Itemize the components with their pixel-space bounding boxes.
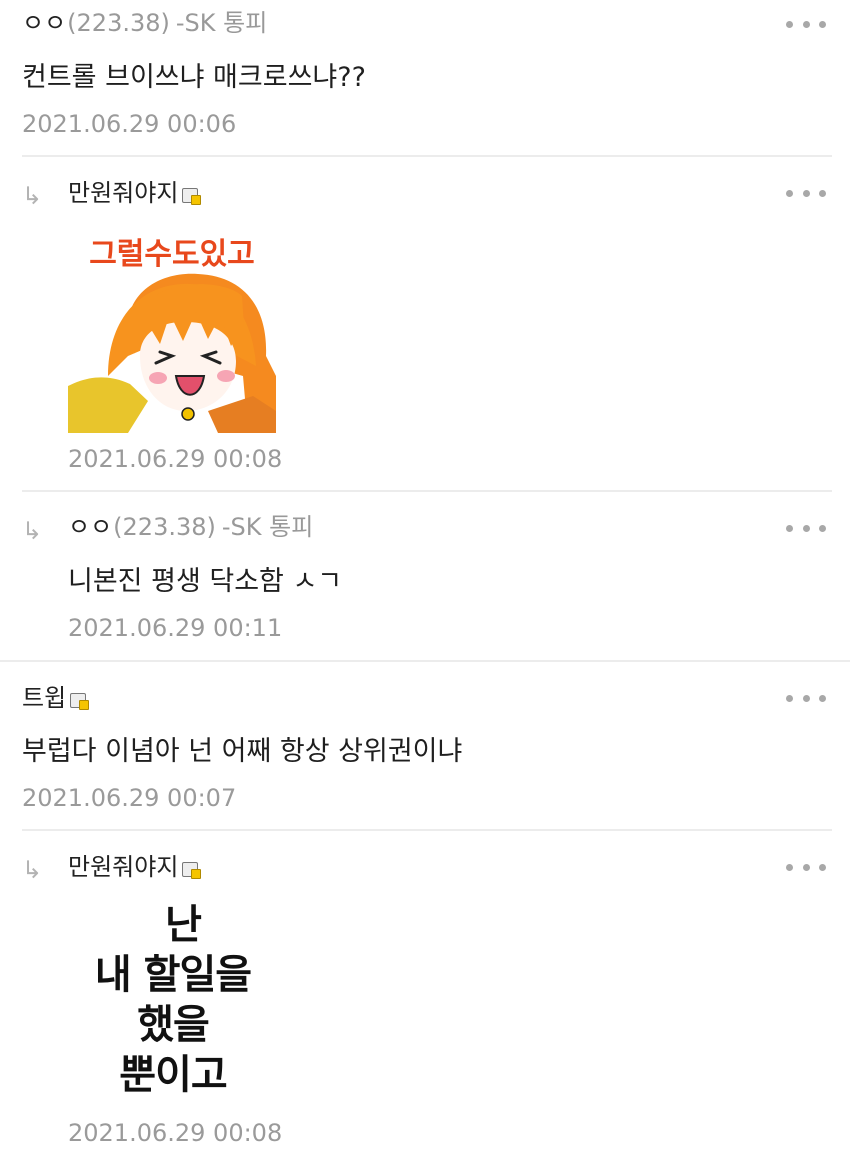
member-badge-icon — [182, 861, 202, 879]
member-badge-icon — [70, 692, 90, 710]
author-nick[interactable]: 만원줘야지 — [68, 178, 178, 208]
comment-date: 2021.06.29 00:08 — [68, 445, 283, 473]
sticker-image[interactable]: 그럴수도있고 — [68, 226, 276, 433]
author-ip: (223.38) — [67, 9, 170, 37]
comment-author[interactable]: 트윕 — [22, 683, 90, 713]
more-options-icon[interactable] — [786, 693, 826, 703]
divider — [22, 490, 832, 492]
author-nick[interactable]: ㅇㅇ — [22, 8, 66, 38]
svg-text:그럴수도있고: 그럴수도있고 — [89, 237, 255, 272]
comment-date: 2021.06.29 00:06 — [22, 110, 237, 138]
reply-arrow-icon: ↳ — [22, 517, 43, 545]
author-nick[interactable]: ㅇㅇ — [68, 512, 112, 542]
more-options-icon[interactable] — [786, 19, 826, 29]
comment-text: 컨트롤 브이쓰냐 매크로쓰냐?? — [22, 62, 366, 93]
sticker-line: 했을 — [137, 1002, 210, 1048]
more-options-icon[interactable] — [786, 188, 826, 198]
comment-date: 2021.06.29 00:07 — [22, 784, 237, 812]
divider — [22, 829, 832, 831]
divider — [22, 155, 832, 157]
more-options-icon[interactable] — [786, 523, 826, 533]
reply-arrow-icon: ↳ — [22, 182, 43, 210]
comment-date: 2021.06.29 00:08 — [68, 1119, 283, 1147]
author-telecom: -SK 통피 — [175, 9, 268, 37]
sticker-line: 난 — [165, 902, 202, 948]
author-nick[interactable]: 트윕 — [22, 683, 66, 713]
comment-date: 2021.06.29 00:11 — [68, 614, 283, 642]
author-nick[interactable]: 만원줘야지 — [68, 852, 178, 882]
author-ip: (223.38) — [113, 513, 216, 541]
comment-author[interactable]: 만원줘야지 — [68, 178, 202, 208]
reply-arrow-icon: ↳ — [22, 856, 43, 884]
comment-author[interactable]: ㅇㅇ (223.38) -SK 통피 — [68, 512, 313, 542]
comment-author[interactable]: ㅇㅇ (223.38) -SK 통피 — [22, 8, 267, 38]
divider — [0, 660, 850, 662]
more-options-icon[interactable] — [786, 862, 826, 872]
sticker-drawing: 그럴수도있고 — [68, 236, 276, 433]
comment-text: 니본진 평생 닥소함 ㅅㄱ — [68, 566, 343, 597]
comment-author[interactable]: 만원줘야지 — [68, 852, 202, 882]
sticker-line: 뿐이고 — [119, 1052, 227, 1098]
sticker-image[interactable]: 난 내 할일을 했을 뿐이고 — [68, 896, 278, 1108]
member-badge-icon — [182, 187, 202, 205]
sticker-line: 내 할일을 — [94, 952, 252, 998]
author-telecom: -SK 통피 — [221, 513, 314, 541]
comment-text: 부럽다 이념아 넌 어째 항상 상위권이냐 — [22, 736, 463, 767]
